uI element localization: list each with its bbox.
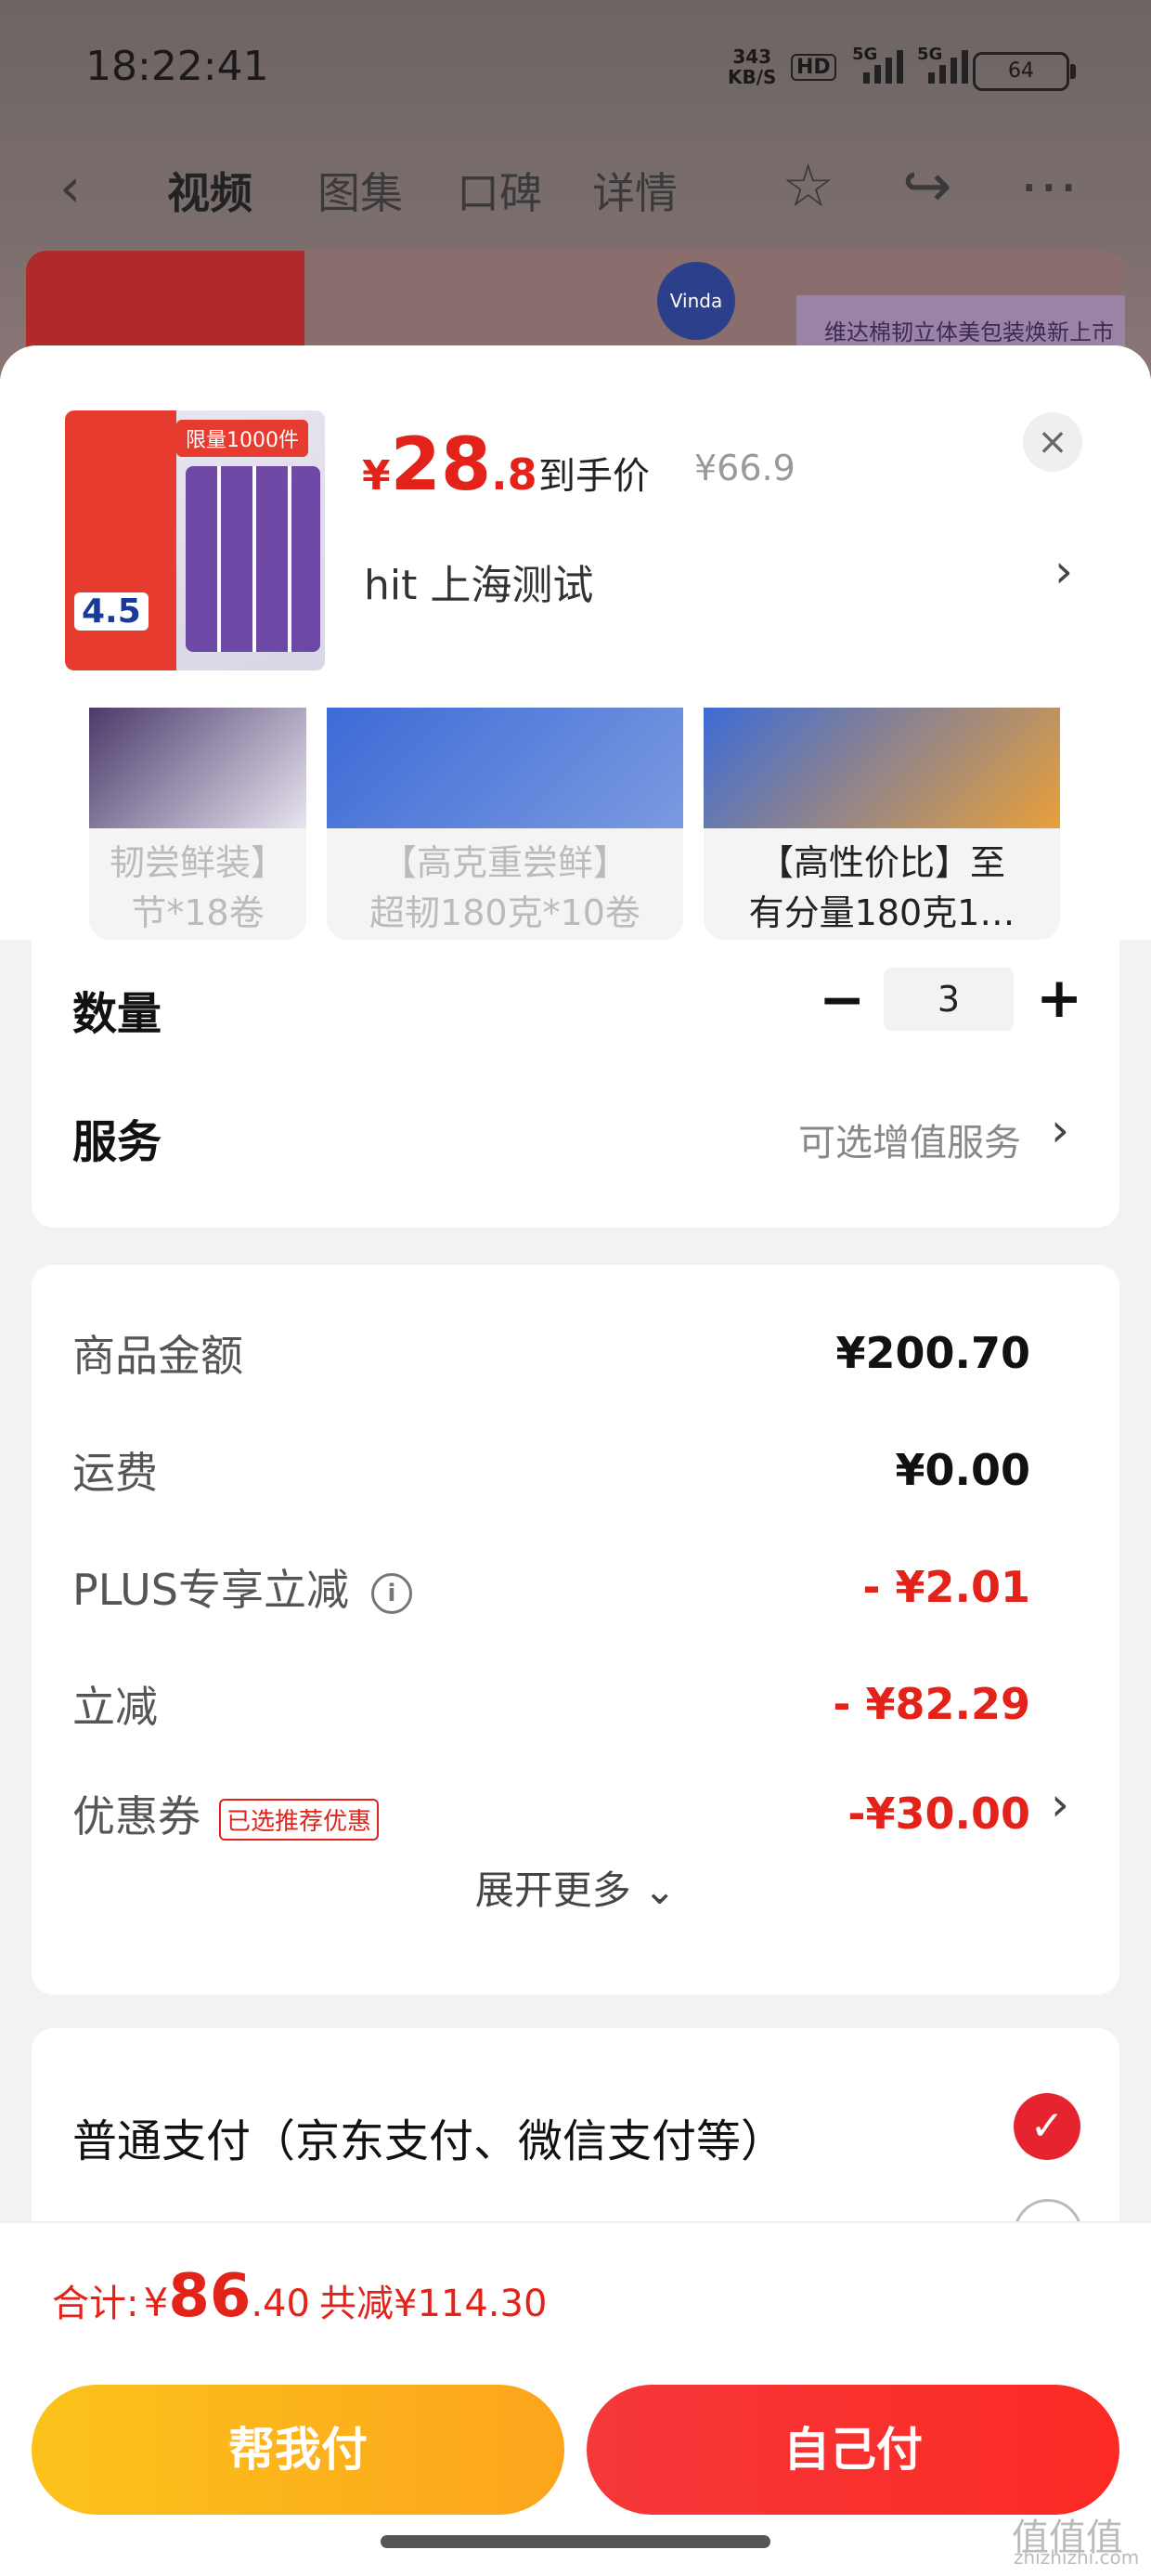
- price-integer: 28: [390, 423, 492, 507]
- plus-discount-value: - ¥2.01: [862, 1562, 1030, 1612]
- coupon-value[interactable]: -¥30.00: [847, 1789, 1030, 1839]
- net-speed-value: 343: [732, 46, 772, 68]
- signal-label-1: 5G: [852, 45, 878, 64]
- variant-option[interactable]: 韧尝鲜装】节*18卷: [89, 708, 306, 940]
- total-decimal: .40: [251, 2283, 310, 2325]
- battery-icon: 64: [973, 52, 1076, 91]
- order-total: 合计: ¥86.40 共减¥114.30: [52, 2262, 547, 2331]
- total-currency: ¥: [143, 2280, 169, 2325]
- chevron-right-icon[interactable]: ›: [1051, 1103, 1069, 1157]
- net-speed-unit: KB/S: [728, 66, 777, 88]
- plus-discount-label: PLUS专享立减: [72, 1565, 349, 1615]
- variant-title-line: 【高性价比】至: [757, 842, 1005, 883]
- quantity-minus-button[interactable]: −: [819, 968, 865, 1033]
- goods-amount-value: ¥200.70: [835, 1328, 1030, 1378]
- quantity-input[interactable]: 3: [884, 968, 1014, 1031]
- variant-title-line: 韧尝鲜装】: [109, 842, 286, 883]
- thumbnail-discount: 4.5: [74, 592, 149, 631]
- price-currency: ¥: [362, 452, 391, 500]
- total-savings: 共减¥114.30: [319, 2283, 548, 2325]
- chevron-right-icon[interactable]: ›: [1054, 544, 1073, 598]
- checkout-bar: 合计: ¥86.40 共减¥114.30 帮我付 自己付: [0, 2221, 1151, 2576]
- variant-title: 【高克重尝鲜】 超韧180克*10卷: [327, 838, 683, 938]
- back-icon[interactable]: ‹: [59, 156, 81, 219]
- thumbnail-limit-badge: 限量1000件: [176, 420, 308, 457]
- total-integer: 86: [168, 2262, 252, 2331]
- variant-selector: 韧尝鲜装】节*18卷 【高克重尝鲜】 超韧180克*10卷 【高性价比】至 有分量1…: [0, 708, 1151, 940]
- shipping-value: ¥0.00: [895, 1445, 1030, 1495]
- signal-label-2: 5G: [917, 45, 943, 64]
- signal-icon-1: 5G: [852, 45, 903, 84]
- variant-title: 韧尝鲜装】节*18卷: [89, 838, 306, 938]
- variant-image: [89, 708, 306, 828]
- variant-option-selected[interactable]: 【高性价比】至 有分量180克1…: [704, 708, 1060, 940]
- coupon-label: 优惠券: [72, 1791, 200, 1841]
- shipping-label: 运费: [72, 1448, 158, 1498]
- service-option-link[interactable]: 可选增值服务: [798, 1112, 1021, 1166]
- net-speed: 343 KB/S: [728, 46, 776, 87]
- variant-title: 【高性价比】至 有分量180克1…: [704, 838, 1060, 938]
- tab-gallery[interactable]: 图集: [317, 160, 403, 221]
- service-label: 服务: [72, 1116, 162, 1168]
- home-indicator[interactable]: [381, 2535, 770, 2548]
- hd-icon: HD: [791, 54, 836, 81]
- price-decimal: .8: [491, 449, 537, 500]
- thumbnail-red-label: [65, 410, 176, 670]
- instant-discount-value: - ¥82.29: [833, 1679, 1030, 1729]
- coupon-badge: 已选推荐优惠: [219, 1799, 380, 1841]
- tab-reviews[interactable]: 口碑: [457, 160, 542, 221]
- variant-title-line: 节*18卷: [131, 892, 265, 933]
- chevron-down-icon: ⌄: [643, 1867, 677, 1913]
- expand-more-label: 展开更多: [474, 1867, 631, 1913]
- variant-option[interactable]: 【高克重尝鲜】 超韧180克*10卷: [327, 708, 683, 940]
- self-pay-button[interactable]: 自己付: [587, 2385, 1119, 2515]
- close-button[interactable]: ×: [1023, 412, 1082, 472]
- brand-logo: Vinda: [657, 262, 735, 340]
- favorite-star-icon[interactable]: ☆: [782, 152, 834, 221]
- chevron-right-icon[interactable]: ›: [1051, 1777, 1069, 1831]
- payment-option-normal[interactable]: 普通支付（京东支付、微信支付等）: [72, 2104, 785, 2169]
- price-details-card: 商品金额 ¥200.70 运费 ¥0.00 PLUS专享立减 i - ¥2.01 …: [32, 1265, 1119, 1995]
- coupon-row[interactable]: 优惠券 已选推荐优惠: [72, 1783, 380, 1844]
- status-bar: 18:22:41 343 KB/S HD 5G 5G 64: [0, 0, 1151, 139]
- quantity-label: 数量: [72, 988, 162, 1040]
- variant-title-line: 超韧180克*10卷: [369, 892, 640, 933]
- signal-icon-2: 5G: [917, 45, 968, 84]
- status-time: 18:22:41: [85, 43, 269, 90]
- original-price: ¥66.9: [694, 448, 795, 488]
- more-icon[interactable]: ⋯: [1019, 152, 1079, 221]
- total-label: 合计:: [52, 2283, 139, 2325]
- variant-image: [327, 708, 683, 828]
- variant-title-line: 【高克重尝鲜】: [381, 842, 628, 883]
- variant-image: [704, 708, 1060, 828]
- variant-title-line: 有分量180克1…: [748, 892, 1015, 933]
- product-header: 限量1000件 4.5 ¥28.8 到手价 ¥66.9 × hit 上海测试 ›: [0, 345, 1151, 708]
- product-price: ¥28.8: [362, 423, 537, 507]
- goods-amount-label: 商品金额: [72, 1331, 243, 1381]
- thumbnail-tissue-rolls: [186, 466, 320, 652]
- info-icon[interactable]: i: [370, 1572, 412, 1614]
- tab-details[interactable]: 详情: [592, 160, 678, 221]
- quantity-plus-button[interactable]: +: [1036, 966, 1082, 1031]
- plus-discount-row: PLUS专享立减 i: [72, 1556, 412, 1618]
- product-thumbnail: 限量1000件 4.5: [65, 410, 325, 670]
- check-icon[interactable]: ✓: [1014, 2093, 1080, 2160]
- instant-discount-label: 立减: [72, 1682, 158, 1732]
- share-icon[interactable]: ↪: [902, 152, 952, 221]
- watermark-url: zhizhizhi.com: [1014, 2546, 1140, 2569]
- tab-video[interactable]: 视频: [167, 160, 252, 221]
- quantity-service-card: 数量 − 3 + 服务 可选增值服务 ›: [32, 940, 1119, 1228]
- expand-more-button[interactable]: 展开更多 ⌄: [32, 1859, 1119, 1916]
- help-pay-button[interactable]: 帮我付: [32, 2385, 564, 2515]
- price-label: 到手价: [538, 455, 650, 498]
- top-nav: ‹ 视频 图集 口碑 详情 ☆ ↪ ⋯: [0, 149, 1151, 232]
- delivery-address[interactable]: hit 上海测试: [364, 552, 593, 611]
